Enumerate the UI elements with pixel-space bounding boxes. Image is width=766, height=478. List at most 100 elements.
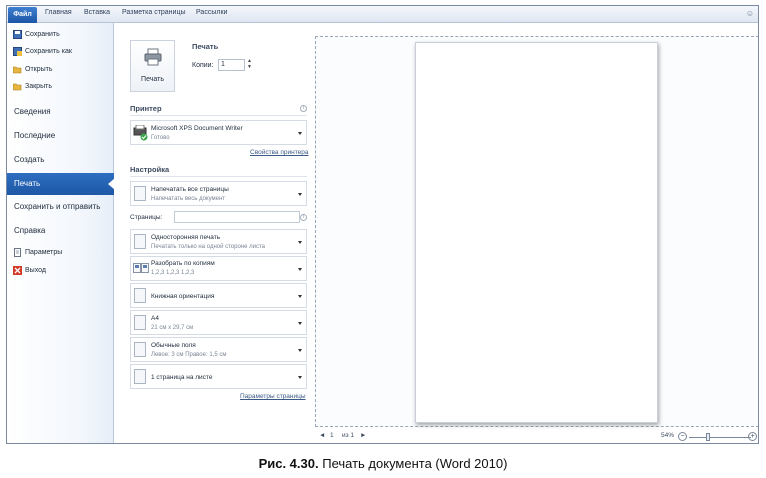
printer-status: Готово [151, 135, 170, 141]
next-page-icon[interactable]: ► [360, 432, 366, 439]
portrait-icon [134, 288, 146, 303]
page-number-input[interactable]: 1 [330, 432, 334, 439]
chevron-down-icon [298, 295, 302, 298]
tab-mailings[interactable]: Рассылки [196, 9, 227, 16]
collate-desc: 1,2,3 1,2,3 1,2,3 [151, 270, 195, 276]
word-window: Файл Главная Вставка Разметка страницы Р… [6, 5, 759, 444]
pages-per-sheet-icon [134, 369, 146, 384]
nav-save-as-label: Сохранить как [25, 47, 72, 55]
page-setup-link[interactable]: Параметры страницы [240, 393, 306, 400]
save-icon [13, 29, 22, 39]
figure-caption: Рис. 4.30. Печать документа (Word 2010) [0, 456, 766, 471]
open-folder-icon [12, 65, 22, 74]
collate-label: Разобрать по копиям [151, 260, 215, 267]
paper-size-label: A4 [151, 315, 159, 322]
nav-options[interactable]: Параметры [13, 246, 62, 258]
sides-select[interactable]: Односторонняя печать Печатать только на … [130, 229, 307, 254]
settings-divider [130, 176, 307, 177]
margins-select[interactable]: Обычные поля Левое: 3 см Правое: 1,5 см [130, 337, 307, 362]
copies-spinner-icon[interactable]: ▲ ▼ [247, 58, 252, 70]
help-icon[interactable]: ☺ [746, 9, 754, 18]
chevron-down-icon [298, 349, 302, 352]
printer-properties-link[interactable]: Свойства принтера [250, 149, 308, 156]
zoom-slider[interactable] [689, 437, 751, 438]
nav-close-label: Закрыть [25, 82, 52, 90]
ribbon-tab-bar: Файл Главная Вставка Разметка страницы Р… [7, 6, 758, 23]
close-folder-icon [12, 82, 22, 91]
preview-page [415, 42, 658, 423]
margins-desc: Левое: 3 см Правое: 1,5 см [151, 352, 227, 358]
print-settings-panel: Печать Печать Копии: 1 ▲ ▼ Принтер i Micr… [121, 23, 308, 443]
printer-select[interactable]: Microsoft XPS Document Writer Готово [130, 120, 307, 145]
save-as-icon [13, 46, 22, 56]
zoom-out-icon[interactable]: − [678, 432, 687, 441]
nav-close[interactable]: Закрыть [12, 80, 52, 92]
paper-size-desc: 21 см x 29,7 см [151, 325, 194, 331]
nav-info[interactable]: Сведения [7, 101, 114, 123]
chevron-down-icon [298, 132, 302, 135]
nav-open-label: Открыть [25, 65, 53, 73]
print-preview-area [315, 36, 758, 427]
print-button[interactable]: Печать [130, 40, 175, 92]
pages-per-sheet-select[interactable]: 1 страница на листе [130, 364, 307, 389]
nav-options-label: Параметры [25, 248, 63, 256]
zoom-in-icon[interactable]: + [748, 432, 757, 441]
pages-input[interactable] [174, 211, 300, 223]
orientation-select[interactable]: Книжная ориентация [130, 283, 307, 308]
settings-header: Настройка [130, 165, 170, 174]
sides-label: Односторонняя печать [151, 234, 221, 241]
tab-home[interactable]: Главная [45, 9, 72, 16]
paper-size-select[interactable]: A4 21 см x 29,7 см [130, 310, 307, 335]
chevron-down-icon [298, 322, 302, 325]
nav-recent[interactable]: Последние [7, 125, 114, 147]
nav-exit[interactable]: Выход [13, 264, 46, 276]
zoom-slider-thumb[interactable] [706, 433, 710, 441]
pages-label: Страницы: [130, 214, 163, 221]
chevron-down-icon [298, 268, 302, 271]
printer-header: Принтер [130, 104, 162, 113]
options-icon [13, 247, 22, 257]
margins-icon [134, 342, 146, 357]
print-range-desc: Напечатать весь документ [151, 196, 226, 202]
tab-insert[interactable]: Вставка [84, 9, 110, 16]
nav-help[interactable]: Справка [7, 220, 114, 242]
chevron-down-icon [298, 376, 302, 379]
pages-info-icon[interactable]: i [300, 214, 307, 221]
paper-size-icon [134, 315, 146, 330]
margins-label: Обычные поля [151, 342, 196, 349]
printer-divider [130, 115, 307, 116]
figure-number: Рис. 4.30. [258, 456, 319, 471]
nav-new[interactable]: Создать [7, 149, 114, 171]
figure-caption-text: Печать документа (Word 2010) [322, 456, 508, 471]
copies-input[interactable]: 1 [218, 59, 245, 71]
prev-page-icon[interactable]: ◄ [319, 432, 325, 439]
print-range-select[interactable]: Напечатать все страницы Напечатать весь … [130, 181, 307, 206]
copies-label: Копии: [192, 62, 214, 69]
pages-per-sheet-label: 1 страница на листе [151, 374, 213, 381]
tab-file[interactable]: Файл [8, 7, 37, 23]
printer-name: Microsoft XPS Document Writer [151, 125, 243, 132]
page-total: из 1 [342, 432, 355, 439]
zoom-level[interactable]: 54% [661, 432, 674, 439]
print-title: Печать [192, 42, 219, 51]
nav-exit-label: Выход [25, 266, 46, 274]
nav-open[interactable]: Открыть [12, 63, 53, 75]
collate-icon [133, 263, 149, 276]
printer-device-icon [133, 124, 148, 143]
printer-icon [144, 48, 162, 68]
print-range-label: Напечатать все страницы [151, 186, 229, 193]
backstage-nav: Сохранить Сохранить как Открыть Закрыть … [7, 23, 115, 443]
nav-save-send[interactable]: Сохранить и отправить [7, 196, 114, 218]
one-sided-icon [134, 234, 146, 249]
exit-icon [13, 265, 22, 275]
orientation-label: Книжная ориентация [151, 293, 215, 300]
tab-page-layout[interactable]: Разметка страницы [122, 9, 186, 16]
nav-print[interactable]: Печать [7, 173, 115, 195]
nav-save[interactable]: Сохранить [13, 28, 60, 40]
print-button-label: Печать [141, 76, 164, 83]
nav-save-as[interactable]: Сохранить как [13, 45, 72, 57]
chevron-down-icon [298, 241, 302, 244]
printer-info-icon[interactable]: i [300, 105, 307, 112]
collate-select[interactable]: Разобрать по копиям 1,2,3 1,2,3 1,2,3 [130, 256, 307, 281]
pages-icon [134, 186, 146, 201]
